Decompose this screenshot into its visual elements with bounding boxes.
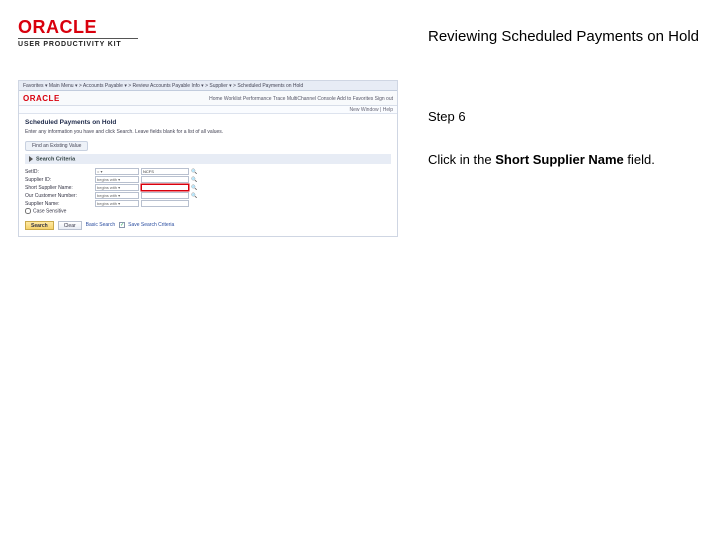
case-sensitive-text: Case Sensitive <box>33 209 66 215</box>
step-number: Step 6 <box>428 109 706 124</box>
label-case-sensitive: Case Sensitive <box>25 208 93 214</box>
label-supplier-name: Supplier Name: <box>25 201 93 207</box>
save-search-link[interactable]: Save Search Criteria <box>128 222 174 228</box>
label-supplier-id: Supplier ID: <box>25 177 93 183</box>
oracle-wordmark: ORACLE <box>18 18 410 36</box>
search-criteria-label: Search Criteria <box>36 156 75 162</box>
lookup-icon[interactable]: 🔍 <box>191 169 203 175</box>
label-short-supplier-name: Short Supplier Name: <box>25 185 93 191</box>
app-page-subtitle: Enter any information you have and click… <box>25 129 391 135</box>
label-setid: SetID: <box>25 169 93 175</box>
input-supplier-id[interactable] <box>141 176 189 183</box>
instruction-suffix: field. <box>624 152 655 167</box>
checkbox-case-sensitive[interactable] <box>25 208 31 214</box>
input-setid[interactable]: NCFS <box>141 168 189 175</box>
app-top-links: Home Worklist Performance Trace MultiCha… <box>209 96 393 102</box>
tab-find-existing-value[interactable]: Find an Existing Value <box>25 141 88 151</box>
input-supplier-name[interactable] <box>141 200 189 207</box>
op-supplier-name[interactable]: begins with ▾ <box>95 200 139 207</box>
op-setid[interactable]: = ▾ <box>95 168 139 175</box>
search-button[interactable]: Search <box>25 221 54 230</box>
oracle-upk-logo: ORACLE USER PRODUCTIVITY KIT <box>18 18 410 48</box>
upk-subtitle: USER PRODUCTIVITY KIT <box>18 38 138 48</box>
app-brandbar: ORACLE Home Worklist Performance Trace M… <box>19 91 397 106</box>
app-screenshot-thumb: Favorites ▾ Main Menu ▾ > Accounts Payab… <box>18 80 398 237</box>
lookup-icon[interactable]: 🔍 <box>191 185 203 191</box>
breadcrumb: Favorites ▾ Main Menu ▾ > Accounts Payab… <box>19 81 397 91</box>
op-short-supplier-name[interactable]: begins with ▾ <box>95 184 139 191</box>
op-supplier-id[interactable]: begins with ▾ <box>95 176 139 183</box>
instruction-text: Click in the Short Supplier Name field. <box>428 152 706 167</box>
lookup-icon[interactable]: 🔍 <box>191 177 203 183</box>
page-title: Reviewing Scheduled Payments on Hold <box>428 28 706 45</box>
lookup-icon[interactable]: 🔍 <box>191 193 203 199</box>
basic-search-link[interactable]: Basic Search <box>86 222 115 228</box>
label-our-customer-number: Our Customer Number: <box>25 193 93 199</box>
search-criteria-header: Search Criteria <box>25 154 391 164</box>
op-our-customer-number[interactable]: begins with ▾ <box>95 192 139 199</box>
app-window-links: New Window | Help <box>19 106 397 114</box>
instruction-prefix: Click in the <box>428 152 495 167</box>
input-short-supplier-name[interactable] <box>141 184 189 191</box>
app-page-title: Scheduled Payments on Hold <box>25 119 391 126</box>
save-search-checkbox[interactable] <box>119 222 125 228</box>
oracle-mini-logo: ORACLE <box>23 94 60 103</box>
instruction-bold: Short Supplier Name <box>495 152 624 167</box>
input-our-customer-number[interactable] <box>141 192 189 199</box>
clear-button[interactable]: Clear <box>58 221 82 230</box>
